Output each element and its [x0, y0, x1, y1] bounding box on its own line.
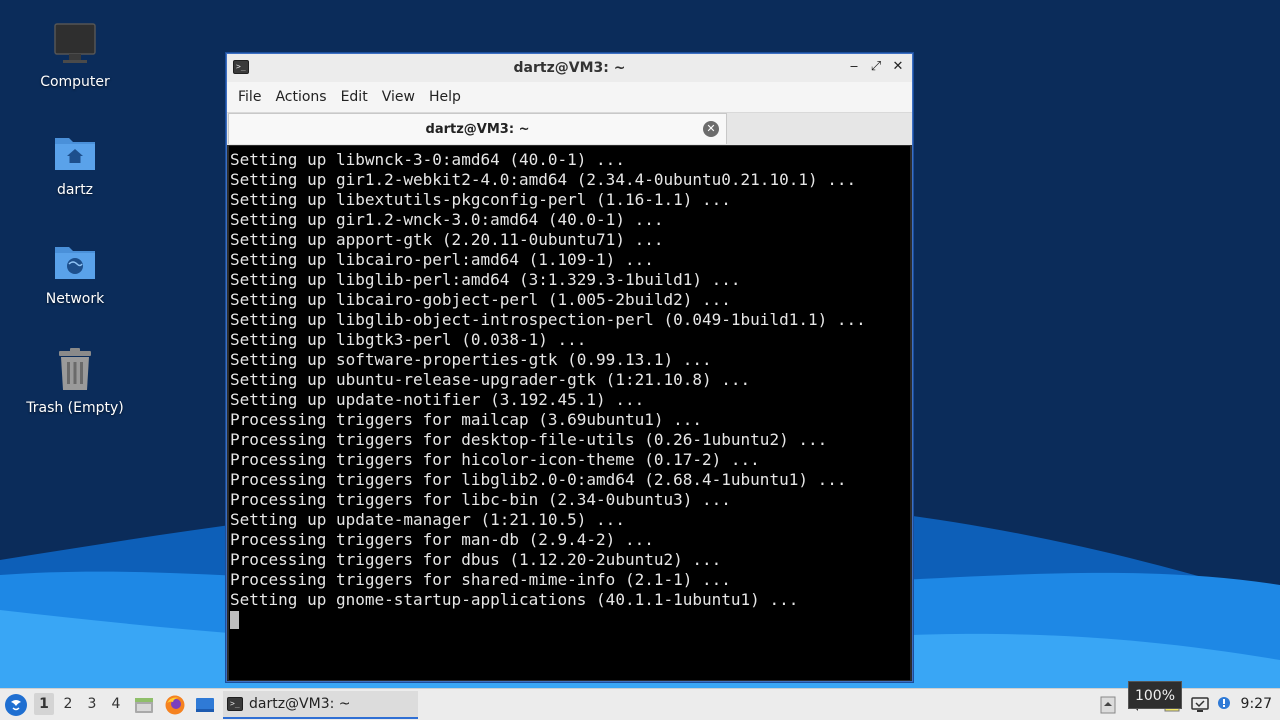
window-titlebar[interactable]: >_ dartz@VM3: ~ ‒ ⤢ ✕: [227, 54, 912, 82]
menu-help[interactable]: Help: [422, 89, 468, 105]
maximize-button[interactable]: ⤢: [868, 58, 884, 76]
terminal-line: Processing triggers for shared-mime-info…: [230, 570, 731, 589]
close-button[interactable]: ✕: [890, 58, 906, 76]
menu-file[interactable]: File: [231, 89, 268, 105]
terminal-line: Setting up libglib-perl:amd64 (3:1.329.3…: [230, 270, 741, 289]
terminal-line: Setting up libglib-object-introspection-…: [230, 310, 866, 329]
terminal-line: Processing triggers for libc-bin (2.34-0…: [230, 490, 731, 509]
terminal-line: Processing triggers for libglib2.0-0:amd…: [230, 470, 847, 489]
terminal-line: Processing triggers for desktop-file-uti…: [230, 430, 828, 449]
start-menu-icon[interactable]: [4, 693, 28, 717]
desktop-icon-label: Network: [45, 291, 105, 307]
terminal-line: Setting up gir1.2-wnck-3.0:amd64 (40.0-1…: [230, 210, 664, 229]
desktop-icon-label: Computer: [40, 74, 110, 90]
menubar: File Actions Edit View Help: [227, 82, 912, 113]
tray-arrow-icon[interactable]: [1098, 695, 1118, 715]
tab-terminal[interactable]: dartz@VM3: ~ ✕: [228, 113, 727, 144]
terminal-line: Setting up gir1.2-webkit2-4.0:amd64 (2.3…: [230, 170, 857, 189]
terminal-line: Processing triggers for dbus (1.12.20-2u…: [230, 550, 722, 569]
window-controls: ‒ ⤢ ✕: [846, 58, 906, 76]
tab-label: dartz@VM3: ~: [425, 121, 530, 137]
desktop-icon-label: dartz: [56, 182, 94, 198]
trash-icon: [51, 346, 99, 394]
terminal-line: Setting up apport-gtk (2.20.11-0ubuntu71…: [230, 230, 664, 249]
firefox-icon[interactable]: [164, 694, 186, 716]
update-notifier-icon[interactable]: [1214, 695, 1234, 715]
terminal-line: Processing triggers for man-db (2.9.4-2)…: [230, 530, 654, 549]
terminal-line: Setting up software-properties-gtk (0.99…: [230, 350, 712, 369]
home-folder-icon: [51, 128, 99, 176]
desktop-icon-network[interactable]: Network: [20, 237, 130, 307]
clock[interactable]: 9:27: [1241, 696, 1272, 712]
terminal-icon: >_: [233, 60, 249, 74]
terminal-line: Setting up libcairo-perl:amd64 (1.109-1)…: [230, 250, 654, 269]
taskbar-item-label: dartz@VM3: ~: [249, 696, 351, 712]
show-desktop-icon[interactable]: [194, 694, 216, 716]
terminal-line: Setting up libgtk3-perl (0.038-1) ...: [230, 330, 587, 349]
desktop-icon-computer[interactable]: Computer: [20, 20, 130, 90]
desktop-icon-home-folder[interactable]: dartz: [20, 128, 130, 198]
workspace-3[interactable]: 3: [82, 696, 102, 712]
tab-bar: dartz@VM3: ~ ✕: [227, 113, 912, 145]
terminal-line: Processing triggers for hicolor-icon-the…: [230, 450, 760, 469]
tab-close-icon[interactable]: ✕: [703, 121, 719, 137]
terminal-line: Setting up update-manager (1:21.10.5) ..…: [230, 510, 625, 529]
terminal-line: Setting up ubuntu-release-upgrader-gtk (…: [230, 370, 751, 389]
window-title: dartz@VM3: ~: [513, 60, 626, 76]
minimize-button[interactable]: ‒: [846, 58, 862, 76]
menu-actions[interactable]: Actions: [268, 89, 333, 105]
terminal-line: Setting up update-notifier (3.192.45.1) …: [230, 390, 645, 409]
terminal-line: Processing triggers for mailcap (3.69ubu…: [230, 410, 703, 429]
network-status-icon[interactable]: [1190, 695, 1210, 715]
terminal-output[interactable]: Setting up libwnck-3-0:amd64 (40.0-1) ..…: [229, 146, 910, 680]
workspace-4[interactable]: 4: [106, 696, 126, 712]
monitor-icon: [51, 20, 99, 68]
volume-tooltip: 100%: [1128, 681, 1182, 709]
menu-view[interactable]: View: [375, 89, 422, 105]
file-manager-icon[interactable]: [133, 694, 155, 716]
terminal-line: Setting up libextutils-pkgconfig-perl (1…: [230, 190, 731, 209]
terminal-line: Setting up gnome-startup-applications (4…: [230, 590, 799, 609]
workspace-1[interactable]: 1: [34, 693, 54, 715]
network-folder-icon: [51, 237, 99, 285]
taskbar: 1 2 3 4 >_ dartz@VM3: ~ 9:27: [0, 688, 1280, 720]
desktop-icon-label: Trash (Empty): [26, 400, 124, 416]
desktop-icon-trash[interactable]: Trash (Empty): [20, 346, 130, 416]
taskbar-item-terminal[interactable]: >_ dartz@VM3: ~: [223, 691, 418, 719]
menu-edit[interactable]: Edit: [334, 89, 375, 105]
terminal-line: Setting up libwnck-3-0:amd64 (40.0-1) ..…: [230, 150, 625, 169]
terminal-window: >_ dartz@VM3: ~ ‒ ⤢ ✕ File Actions Edit …: [226, 53, 913, 682]
terminal-icon: >_: [227, 697, 243, 711]
workspace-2[interactable]: 2: [58, 696, 78, 712]
terminal-prompt-line: [230, 610, 910, 630]
terminal-cursor: [230, 611, 239, 629]
terminal-line: Setting up libcairo-gobject-perl (1.005-…: [230, 290, 731, 309]
